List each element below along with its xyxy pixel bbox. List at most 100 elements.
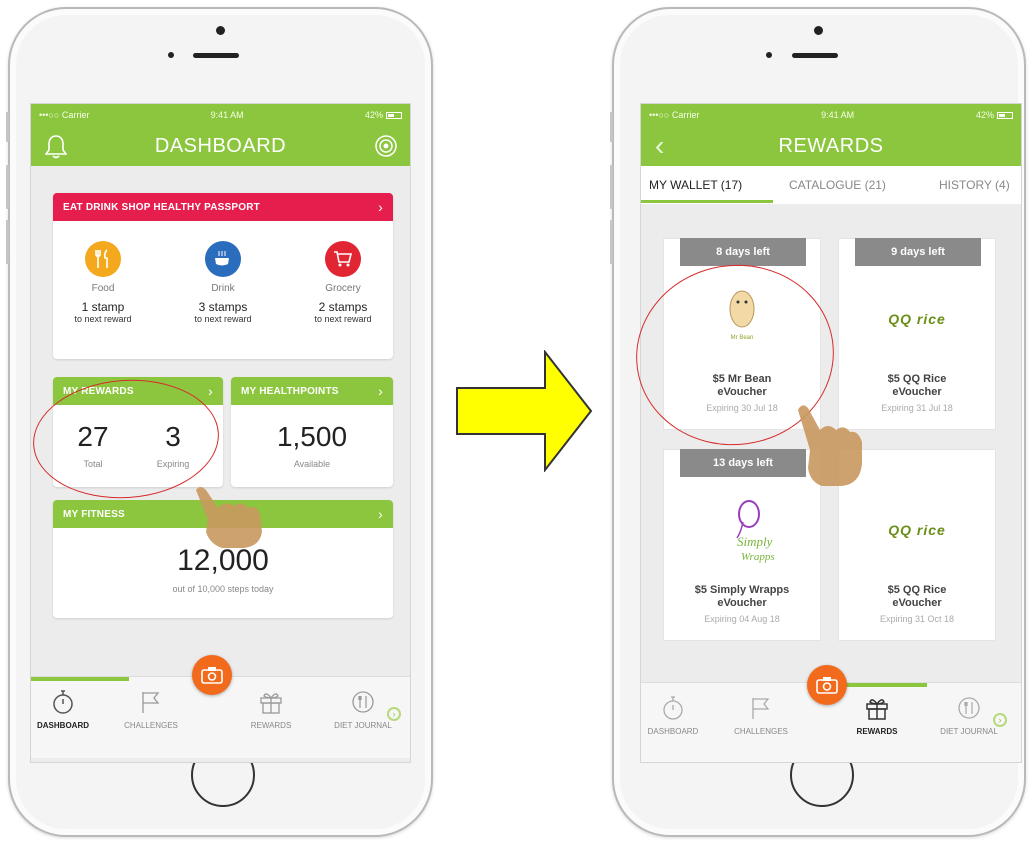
qq-rice-logo: QQ rice bbox=[839, 311, 995, 327]
svg-text:Wrapps: Wrapps bbox=[741, 551, 775, 563]
voucher-title-line2: eVoucher bbox=[892, 597, 942, 609]
side-button bbox=[610, 220, 613, 264]
passport-card[interactable]: EAT DRINK SHOP HEALTHY PASSPORT › Food 1… bbox=[53, 193, 393, 359]
back-chevron-icon[interactable]: ‹ bbox=[655, 130, 665, 162]
passport-item-grocery[interactable]: Grocery 2 stamps to next reward bbox=[293, 241, 393, 324]
passport-item-count: 1 stamp bbox=[81, 300, 125, 314]
healthpoints-card[interactable]: MY HEALTHPOINTS › 1,500 Available bbox=[231, 377, 393, 487]
svg-text:Simply: Simply bbox=[737, 534, 773, 549]
simply-wrapps-logo: Simply Wrapps bbox=[664, 498, 820, 564]
battery-indicator: 42% bbox=[976, 110, 1013, 120]
passport-title: EAT DRINK SHOP HEALTHY PASSPORT bbox=[63, 201, 260, 213]
arrow-right-icon bbox=[456, 350, 593, 472]
flag-icon bbox=[721, 695, 801, 721]
tab-label: DIET JOURNAL bbox=[334, 721, 392, 730]
more-arrow-icon[interactable]: › bbox=[993, 713, 1007, 727]
fitness-steps-label: out of 10,000 steps today bbox=[172, 584, 274, 594]
passport-item-sub: to next reward bbox=[74, 314, 132, 324]
healthpoints-title: MY HEALTHPOINTS bbox=[241, 385, 339, 397]
proximity-sensor bbox=[168, 52, 174, 58]
status-bar: •••○○ Carrier 9:41 AM 42% bbox=[641, 104, 1021, 126]
stopwatch-icon bbox=[641, 695, 713, 721]
tab-my-wallet[interactable]: MY WALLET (17) bbox=[649, 178, 742, 192]
voucher-expiry: Expiring 31 Oct 18 bbox=[879, 614, 955, 624]
voucher-expiry: Expiring 04 Aug 18 bbox=[704, 614, 780, 624]
status-bar: •••○○ Carrier 9:41 AM 42% bbox=[31, 104, 410, 126]
page-title: REWARDS bbox=[778, 134, 884, 157]
camera-button[interactable] bbox=[192, 655, 232, 695]
days-left-badge: 8 days left bbox=[680, 238, 806, 266]
tab-rewards[interactable]: REWARDS bbox=[837, 695, 917, 736]
tab-label: REWARDS bbox=[856, 727, 898, 736]
healthpoints-value: 1,500 bbox=[276, 421, 348, 452]
battery-icon bbox=[997, 112, 1013, 120]
rewards-tabs: MY WALLET (17) CATALOGUE (21) HISTORY (4… bbox=[641, 166, 1021, 204]
tab-label: DASHBOARD bbox=[37, 721, 89, 730]
battery-indicator: 42% bbox=[365, 110, 402, 120]
voucher-title-line1: $5 QQ Rice bbox=[887, 584, 947, 596]
chevron-right-icon: › bbox=[378, 383, 383, 399]
page-title: DASHBOARD bbox=[154, 134, 287, 157]
side-button bbox=[6, 165, 9, 209]
passport-item-label: Drink bbox=[211, 283, 235, 294]
earpiece-speaker bbox=[792, 53, 838, 58]
front-camera bbox=[814, 26, 823, 35]
fitness-title: MY FITNESS bbox=[63, 508, 125, 520]
tab-rewards[interactable]: REWARDS bbox=[231, 689, 311, 730]
earpiece-speaker bbox=[193, 53, 239, 58]
passport-item-food[interactable]: Food 1 stamp to next reward bbox=[53, 241, 153, 324]
passport-item-label: Food bbox=[91, 283, 115, 294]
gift-icon bbox=[231, 689, 311, 715]
camera-icon bbox=[201, 667, 223, 684]
flag-icon bbox=[111, 689, 191, 715]
tab-challenges[interactable]: CHALLENGES bbox=[721, 695, 801, 736]
passport-item-sub: to next reward bbox=[194, 314, 252, 324]
tab-label: DIET JOURNAL bbox=[940, 727, 998, 736]
days-left-badge: 9 days left bbox=[855, 238, 981, 266]
passport-item-sub: to next reward bbox=[314, 314, 372, 324]
side-button bbox=[610, 165, 613, 209]
healthpoints-header[interactable]: MY HEALTHPOINTS › bbox=[231, 377, 393, 405]
qq-rice-logo-text: QQ rice bbox=[888, 311, 946, 327]
more-arrow-icon[interactable]: › bbox=[387, 707, 401, 721]
camera-button[interactable] bbox=[807, 665, 847, 705]
active-tab-underline bbox=[641, 200, 773, 203]
app-header: DASHBOARD bbox=[31, 126, 410, 166]
tab-challenges[interactable]: CHALLENGES bbox=[111, 689, 191, 730]
pointing-hand-icon bbox=[798, 405, 862, 486]
passport-item-count: 3 stamps bbox=[198, 300, 248, 314]
tab-label: REWARDS bbox=[250, 721, 292, 730]
chevron-right-icon: › bbox=[208, 383, 213, 399]
tab-dashboard[interactable]: DASHBOARD bbox=[641, 695, 713, 736]
front-camera bbox=[216, 26, 225, 35]
side-button bbox=[610, 112, 613, 142]
passport-header[interactable]: EAT DRINK SHOP HEALTHY PASSPORT › bbox=[53, 193, 393, 221]
tab-label: CHALLENGES bbox=[734, 727, 788, 736]
proximity-sensor bbox=[766, 52, 772, 58]
voucher-title-line2: eVoucher bbox=[892, 386, 942, 398]
battery-percent: 42% bbox=[364, 110, 383, 120]
app-header: ‹ REWARDS bbox=[641, 126, 1021, 166]
beacon-icon[interactable] bbox=[374, 134, 398, 164]
healthpoints-label: Available bbox=[293, 459, 331, 469]
tab-progress-bar bbox=[31, 677, 129, 681]
side-button bbox=[6, 112, 9, 142]
chevron-right-icon: › bbox=[378, 506, 383, 522]
tab-label: DASHBOARD bbox=[647, 727, 699, 736]
bell-icon[interactable] bbox=[44, 133, 68, 165]
voucher-title-line1: $5 QQ Rice bbox=[887, 373, 947, 385]
tab-catalogue[interactable]: CATALOGUE (21) bbox=[789, 178, 886, 192]
carrier-label: •••○○ Carrier bbox=[39, 110, 90, 120]
tab-history[interactable]: HISTORY (4) bbox=[939, 178, 1010, 192]
tab-label: CHALLENGES bbox=[124, 721, 178, 730]
chevron-right-icon: › bbox=[378, 199, 383, 215]
qq-rice-logo: QQ rice bbox=[839, 522, 995, 538]
voucher-title-line2: eVoucher bbox=[717, 597, 767, 609]
camera-icon bbox=[816, 677, 838, 694]
tab-dashboard[interactable]: DASHBOARD bbox=[31, 689, 103, 730]
passport-item-count: 2 stamps bbox=[318, 300, 368, 314]
gift-icon bbox=[837, 695, 917, 721]
days-left-badge: 13 days left bbox=[680, 449, 806, 477]
passport-item-drink[interactable]: Drink 3 stamps to next reward bbox=[173, 241, 273, 324]
passport-item-label: Grocery bbox=[325, 283, 361, 294]
